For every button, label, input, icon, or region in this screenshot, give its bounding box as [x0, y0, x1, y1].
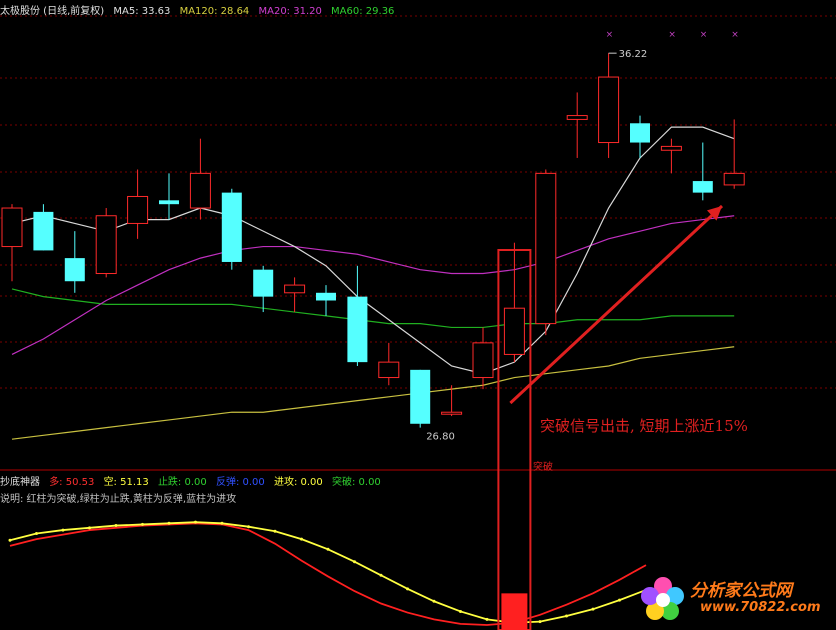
- candle-up: [378, 361, 400, 379]
- candle-up: [535, 172, 557, 325]
- candle-up: [127, 195, 149, 224]
- low-label: 26.80: [426, 432, 455, 443]
- candle-up: [566, 115, 588, 120]
- annotation-text: 突破信号出击, 短期上涨近15%: [540, 417, 748, 435]
- signal-bar: [501, 593, 528, 630]
- sub-yellow-dot: [618, 598, 621, 602]
- ma20-line: [11, 215, 735, 355]
- ma5-label: MA5: 33.63: [113, 6, 171, 17]
- chart-svg: 36.22 26.80 × × × ×: [0, 15, 836, 630]
- stock-title: 太极股份 (日线,前复权): [0, 6, 105, 17]
- sub-yellow-dot: [35, 531, 38, 535]
- watermark-url: www.70822.com: [700, 600, 821, 615]
- indicator-name: 抄底神器: [0, 477, 40, 488]
- zhidie-label: 止跌: 0.00: [157, 477, 207, 488]
- tupo-label: 突破: 0.00: [331, 477, 381, 488]
- candle-down: [64, 258, 85, 282]
- duo-label: 多: 50.53: [49, 477, 95, 488]
- top-marker: ×: [668, 30, 676, 40]
- candle-up: [503, 307, 525, 355]
- candle-up: [472, 342, 494, 379]
- sub-yellow-dot: [565, 614, 568, 618]
- moving-averages: [11, 126, 735, 440]
- candle-down: [33, 211, 54, 251]
- candle-up: [189, 172, 211, 209]
- top-marker: ×: [606, 30, 614, 40]
- candle-down: [316, 292, 336, 301]
- sub-yellow-dot: [379, 573, 383, 577]
- sub-yellow-dot: [167, 521, 171, 525]
- candle-up: [284, 284, 306, 294]
- candle-up: [441, 411, 463, 415]
- candle-down: [159, 200, 179, 205]
- sub-yellow-dot: [194, 520, 197, 524]
- main-header: 太极股份 (日线,前复权) MA5: 33.63 MA120: 28.64 MA…: [0, 2, 400, 17]
- sub-yellow-dot: [353, 560, 356, 564]
- sub-red-line: [9, 522, 647, 626]
- sub-yellow-dot: [273, 529, 277, 533]
- sub-yellow-dot: [538, 620, 542, 624]
- ma120-label: MA120: 28.64: [179, 6, 250, 17]
- candle-down: [253, 269, 274, 297]
- indicator-header: 抄底神器 多: 50.53 空: 51.13 止跌: 0.00 反弹: 0.00…: [0, 473, 387, 488]
- sub-yellow-dot: [300, 537, 303, 541]
- sub-yellow-dot: [591, 607, 595, 611]
- sub-yellow-dot: [406, 587, 409, 591]
- ma5-line: [11, 126, 735, 375]
- sub-yellow-dot: [61, 528, 65, 532]
- top-marker: ×: [700, 30, 708, 40]
- watermark-logo: 分析家公式网 www.70822.com: [638, 574, 828, 624]
- candle-down: [630, 123, 650, 143]
- indicator-panel: [8, 520, 648, 626]
- sub-yellow-dot: [8, 538, 12, 542]
- candle-down: [347, 296, 368, 363]
- ma60-label: MA60: 29.36: [331, 6, 395, 17]
- candle-down: [410, 369, 431, 424]
- watermark-name: 分析家公式网: [690, 581, 792, 601]
- sub-yellow-dot: [485, 617, 489, 621]
- sub-yellow-dot: [220, 521, 224, 525]
- top-marker: ×: [731, 30, 739, 40]
- candle-up: [1, 207, 23, 248]
- sub-yellow-dot: [88, 526, 91, 530]
- fantan-label: 反弹: 0.00: [215, 477, 265, 488]
- sub-yellow-dot: [326, 547, 330, 551]
- sub-yellow-dot: [247, 525, 250, 529]
- candle-down: [221, 192, 242, 262]
- candle-up: [723, 172, 745, 186]
- candle-up: [598, 76, 620, 144]
- ma20-label: MA20: 31.20: [258, 6, 322, 17]
- signal-label: 突破: [533, 462, 553, 473]
- candle-up: [660, 145, 682, 151]
- kong-label: 空: 51.13: [103, 477, 149, 488]
- high-label: 36.22: [619, 49, 648, 60]
- sub-yellow-line: [9, 521, 647, 624]
- sub-yellow-dot: [141, 522, 144, 526]
- sub-yellow-dot: [432, 599, 436, 603]
- sub-yellow-dot: [114, 524, 118, 528]
- indicator-note: 说明: 红柱为突破,绿柱为止跌,黄柱为反弹,蓝柱为进攻: [0, 494, 237, 505]
- jingong-label: 进攻: 0.00: [273, 477, 323, 488]
- candlesticks: 36.22 26.80 × × × ×: [1, 30, 745, 443]
- candle-up: [95, 215, 117, 275]
- candle-down: [692, 181, 713, 193]
- flower-icon: [641, 577, 684, 620]
- chart-stage: { "header": { "title": "太极股份 (日线,前复权)", …: [0, 0, 836, 630]
- sub-yellow-dot: [459, 609, 462, 613]
